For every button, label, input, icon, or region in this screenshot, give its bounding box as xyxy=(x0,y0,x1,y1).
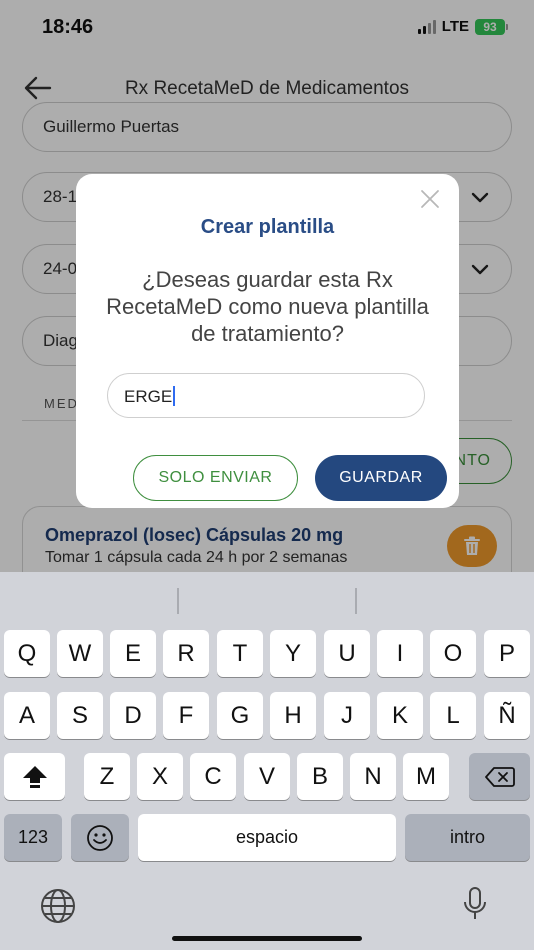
space-key[interactable]: espacio xyxy=(138,814,396,861)
numbers-key[interactable]: 123 xyxy=(4,814,62,861)
key-v[interactable]: V xyxy=(244,753,290,800)
key-enye[interactable]: Ñ xyxy=(484,692,530,739)
key-o[interactable]: O xyxy=(430,630,476,677)
globe-icon[interactable] xyxy=(40,888,76,924)
key-m[interactable]: M xyxy=(403,753,449,800)
key-s[interactable]: S xyxy=(57,692,103,739)
prediction-separator xyxy=(177,588,179,614)
key-c[interactable]: C xyxy=(190,753,236,800)
key-j[interactable]: J xyxy=(324,692,370,739)
backspace-icon xyxy=(484,766,515,787)
keyboard: Q W E R T Y U I O P A S D F G H J K L Ñ … xyxy=(0,572,534,950)
close-icon[interactable] xyxy=(419,188,441,210)
template-name-input[interactable]: ERGE xyxy=(107,373,425,418)
key-f[interactable]: F xyxy=(163,692,209,739)
key-i[interactable]: I xyxy=(377,630,423,677)
key-w[interactable]: W xyxy=(57,630,103,677)
return-key[interactable]: intro xyxy=(405,814,530,861)
dialog-title: Crear plantilla xyxy=(200,216,335,238)
key-e[interactable]: E xyxy=(110,630,156,677)
backspace-key[interactable] xyxy=(469,753,530,800)
key-u[interactable]: U xyxy=(324,630,370,677)
key-l[interactable]: L xyxy=(430,692,476,739)
key-r[interactable]: R xyxy=(163,630,209,677)
microphone-icon[interactable] xyxy=(462,886,488,922)
dialog-message: ¿Deseas guardar esta Rx RecetaMeD como n… xyxy=(106,267,429,346)
guardar-button[interactable]: GUARDAR xyxy=(315,455,447,501)
key-k[interactable]: K xyxy=(377,692,423,739)
shift-key[interactable] xyxy=(4,753,65,800)
key-a[interactable]: A xyxy=(4,692,50,739)
key-p[interactable]: P xyxy=(484,630,530,677)
key-x[interactable]: X xyxy=(137,753,183,800)
text-caret xyxy=(173,386,176,406)
app-screen: 18:46 LTE 93 Rx RecetaMeD de Medicamento… xyxy=(0,0,534,572)
key-b[interactable]: B xyxy=(297,753,343,800)
key-g[interactable]: G xyxy=(217,692,263,739)
solo-enviar-button[interactable]: SOLO ENVIAR xyxy=(133,455,298,501)
key-y[interactable]: Y xyxy=(270,630,316,677)
key-z[interactable]: Z xyxy=(84,753,130,800)
shift-icon xyxy=(22,765,47,788)
prediction-separator xyxy=(355,588,357,614)
template-name-value: ERGE xyxy=(124,387,173,406)
create-template-dialog: Crear plantilla ¿Deseas guardar esta Rx … xyxy=(76,174,459,508)
key-q[interactable]: Q xyxy=(4,630,50,677)
emoji-icon xyxy=(87,824,113,851)
key-d[interactable]: D xyxy=(110,692,156,739)
key-n[interactable]: N xyxy=(350,753,396,800)
emoji-key[interactable] xyxy=(71,814,129,861)
key-t[interactable]: T xyxy=(217,630,263,677)
home-indicator[interactable] xyxy=(172,936,362,941)
key-h[interactable]: H xyxy=(270,692,316,739)
